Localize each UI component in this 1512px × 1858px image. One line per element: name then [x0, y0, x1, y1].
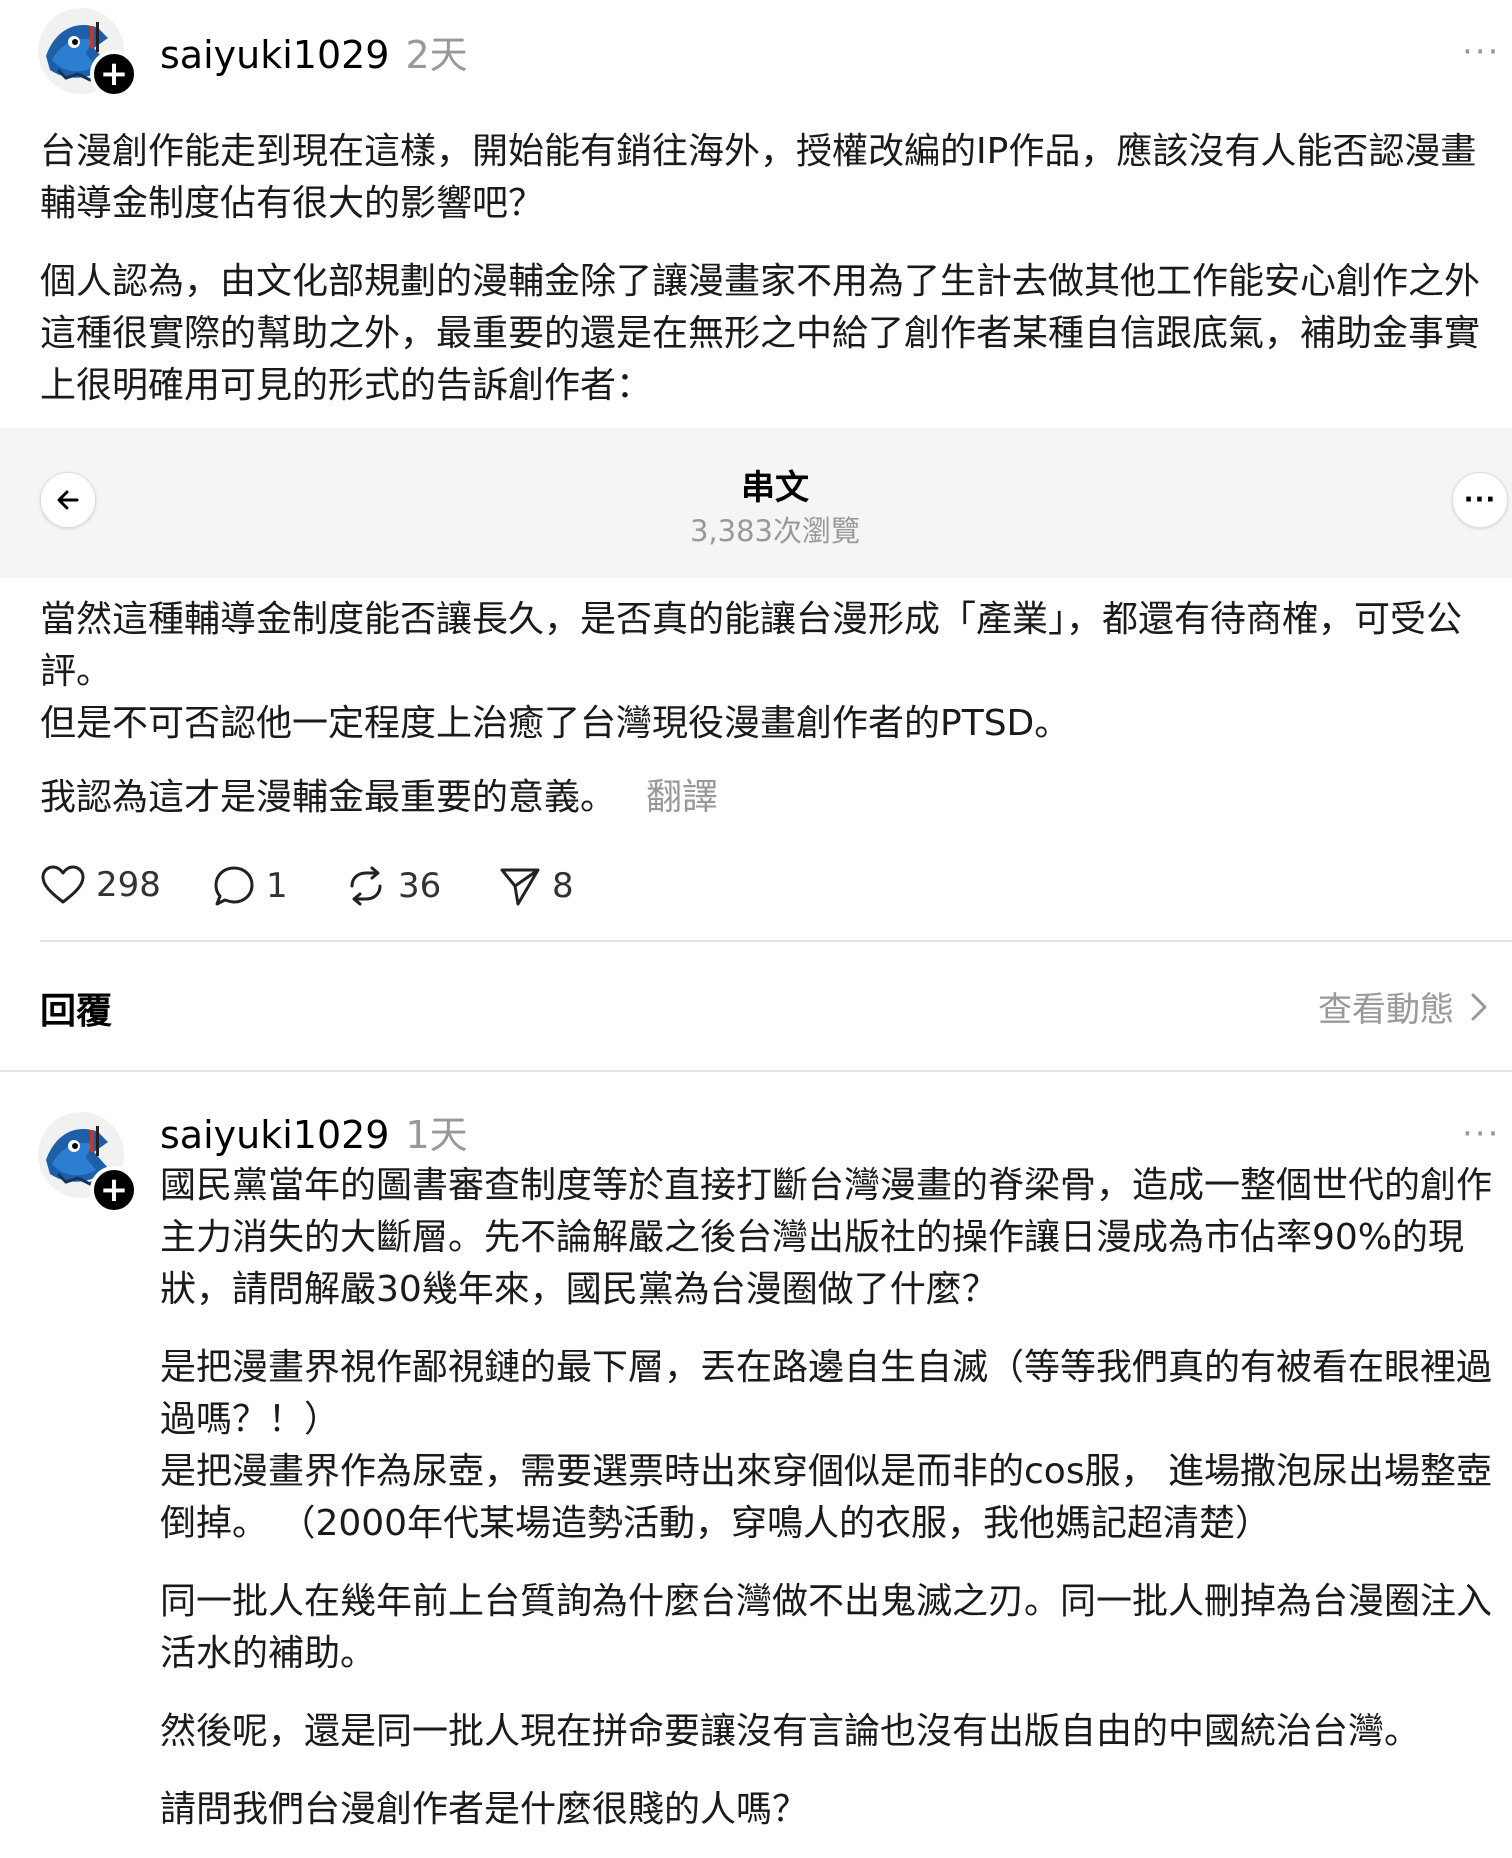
post-paragraph: 我認為這才是漫輔金最重要的意義。 翻譯: [40, 772, 1500, 824]
replies-title: 回覆: [40, 991, 113, 1032]
post-header: saiyuki1029 2天: [160, 24, 468, 79]
repost-count: 36: [398, 866, 442, 906]
reply-button[interactable]: 1: [212, 864, 288, 908]
repost-icon: [350, 866, 382, 906]
more-icon: ···: [1463, 485, 1497, 515]
comment-icon: [214, 866, 254, 906]
thread-view-count: 3,383次瀏覽: [689, 514, 861, 548]
divider: [0, 1070, 1512, 1072]
post-timestamp: 2天: [405, 33, 468, 77]
reply-timestamp: 1天: [405, 1113, 468, 1157]
thread-header-bar: 串文 3,383次瀏覽 ···: [0, 428, 1512, 578]
reply-paragraph: 國民黨當年的圖書審查制度等於直接打斷台灣漫畫的脊梁骨，造成一整個世代的創作主力消…: [160, 1165, 1493, 1310]
post-paragraph: 個人認為，由文化部規劃的漫輔金除了讓漫畫家不用為了生計去做其他工作能安心創作之外…: [40, 261, 1481, 406]
divider: [40, 940, 1512, 942]
reply-avatar[interactable]: +: [38, 1112, 138, 1214]
heart-icon: [41, 865, 85, 904]
reply-paragraph: 是把漫畫界作為尿壺，需要選票時出來穿個似是而非的cos服， 進場撒泡尿出場整壺倒…: [160, 1451, 1493, 1544]
reply-paragraph: 是把漫畫界視作鄙視鏈的最下層，丟在路邊自生自滅（等等我們真的有被看在眼裡過過嗎？…: [160, 1347, 1493, 1440]
repost-button[interactable]: 36: [344, 864, 441, 908]
post-body-continued: 當然這種輔導金制度能否讓長久，是否真的能讓台漫形成「產業」，都還有待商榷，可受公…: [40, 594, 1500, 824]
view-activity-link[interactable]: 查看動態: [1318, 982, 1490, 1031]
reply-paragraph: 請問我們台漫創作者是什麼很賤的人嗎？: [160, 1789, 809, 1830]
reply-paragraph: 同一批人在幾年前上台質詢為什麼台灣做不出鬼滅之刃。同一批人刪掉為台漫圈注入活水的…: [160, 1581, 1493, 1674]
avatar[interactable]: +: [38, 8, 138, 98]
thread-title: 串文: [741, 468, 809, 508]
reply-body: 國民黨當年的圖書審查制度等於直接打斷台灣漫畫的脊梁骨，造成一整個世代的創作主力消…: [160, 1160, 1506, 1836]
thread-more-button[interactable]: ···: [1452, 472, 1508, 528]
post-paragraph: 當然這種輔導金制度能否讓長久，是否真的能讓台漫形成「產業」，都還有待商榷，可受公…: [40, 599, 1463, 692]
chevron-right-icon: [1471, 993, 1487, 1020]
reply-count: 1: [266, 866, 288, 906]
post-paragraph: 台漫創作能走到現在這樣，開始能有銷往海外，授權改編的IP作品，應該沒有人能否認漫…: [40, 131, 1477, 224]
follow-plus-icon[interactable]: +: [90, 50, 138, 98]
post-more-icon[interactable]: ···: [1462, 32, 1500, 72]
send-icon: [500, 868, 540, 906]
reply-paragraph: 然後呢，還是同一批人現在拼命要讓沒有言論也沒有出版自由的中國統治台灣。: [160, 1711, 1421, 1752]
reply-header: saiyuki1029 1天: [160, 1104, 468, 1159]
post-paragraph: 但是不可否認他一定程度上治癒了台灣現役漫畫創作者的PTSD。: [40, 703, 1071, 744]
post-closing-text: 我認為這才是漫輔金最重要的意義。: [40, 777, 617, 818]
view-activity-label: 查看動態: [1318, 990, 1454, 1030]
reply-more-icon[interactable]: ···: [1462, 1114, 1500, 1154]
share-button[interactable]: 8: [498, 864, 574, 908]
like-count: 298: [96, 865, 161, 905]
share-count: 8: [552, 866, 574, 906]
post-body: 台漫創作能走到現在這樣，開始能有銷往海外，授權改編的IP作品，應該沒有人能否認漫…: [40, 126, 1500, 412]
translate-link[interactable]: 翻譯: [646, 777, 718, 818]
post-username[interactable]: saiyuki1029: [160, 33, 389, 77]
follow-plus-icon[interactable]: +: [90, 1166, 138, 1214]
like-button[interactable]: 298: [40, 864, 161, 906]
reply-username[interactable]: saiyuki1029: [160, 1113, 389, 1157]
